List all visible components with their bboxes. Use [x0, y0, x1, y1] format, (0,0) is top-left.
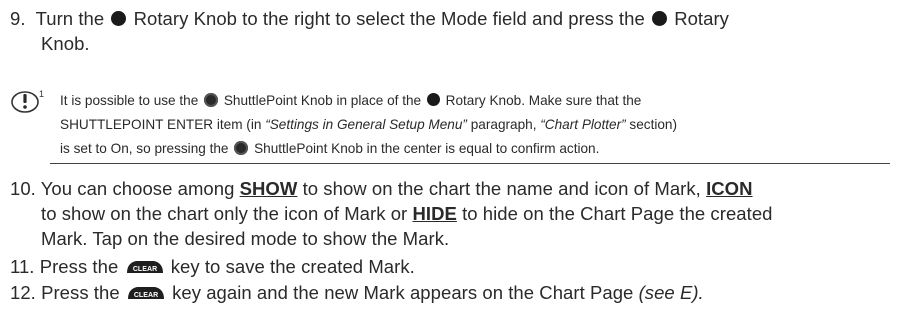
step-number: 10.	[10, 178, 36, 199]
rotary-knob-icon	[651, 11, 667, 26]
step-number: 9.	[10, 8, 26, 29]
clear-key-icon: CLEAR	[127, 287, 164, 299]
step-number: 12.	[10, 282, 36, 303]
svg-text:1: 1	[39, 89, 44, 99]
step-10: 10. You can choose among SHOW to show on…	[10, 178, 773, 249]
note-divider	[50, 163, 890, 164]
svg-text:CLEAR: CLEAR	[132, 266, 156, 273]
shuttlepoint-knob-icon	[234, 141, 249, 155]
step-9: 9. Turn the Rotary Knob to the right to …	[10, 8, 729, 54]
step-12: 12. Press the CLEAR key again and the ne…	[10, 282, 704, 303]
svg-text:CLEAR: CLEAR	[134, 292, 158, 299]
step-number: 11.	[10, 256, 35, 277]
caution-info-icon: 1	[11, 89, 44, 113]
hide-option: HIDE	[412, 203, 457, 224]
step-11: 11. Press the CLEAR key to save the crea…	[10, 256, 415, 277]
clear-key-icon: CLEAR	[126, 261, 163, 273]
rotary-knob-icon	[111, 11, 127, 26]
rotary-knob-icon	[426, 93, 440, 106]
show-option: SHOW	[239, 178, 298, 199]
icon-option: ICON	[706, 178, 753, 199]
shuttlepoint-knob-icon	[204, 93, 219, 107]
